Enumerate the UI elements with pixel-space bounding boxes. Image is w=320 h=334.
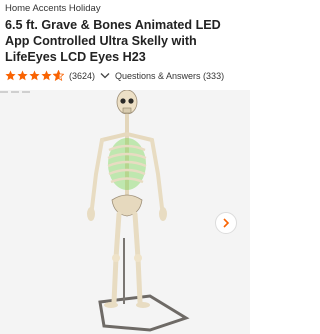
product-image <box>87 90 190 332</box>
rating-row: (3624) Questions & Answers (333) <box>5 69 224 82</box>
star-rating[interactable] <box>5 70 64 81</box>
chevron-down-icon[interactable] <box>100 72 110 79</box>
product-title: 6.5 ft. Grave & Bones Animated LED App C… <box>5 18 221 64</box>
questions-answers-link[interactable]: Questions & Answers (333) <box>115 71 224 81</box>
star-icon <box>41 70 52 81</box>
star-icon <box>29 70 40 81</box>
next-image-button[interactable] <box>215 212 237 234</box>
chevron-right-icon <box>223 218 230 228</box>
brand-link[interactable]: Home Accents Holiday <box>5 3 101 14</box>
star-icon <box>17 70 28 81</box>
star-half-icon <box>53 70 64 81</box>
review-count[interactable]: (3624) <box>69 71 95 81</box>
star-icon <box>5 70 16 81</box>
